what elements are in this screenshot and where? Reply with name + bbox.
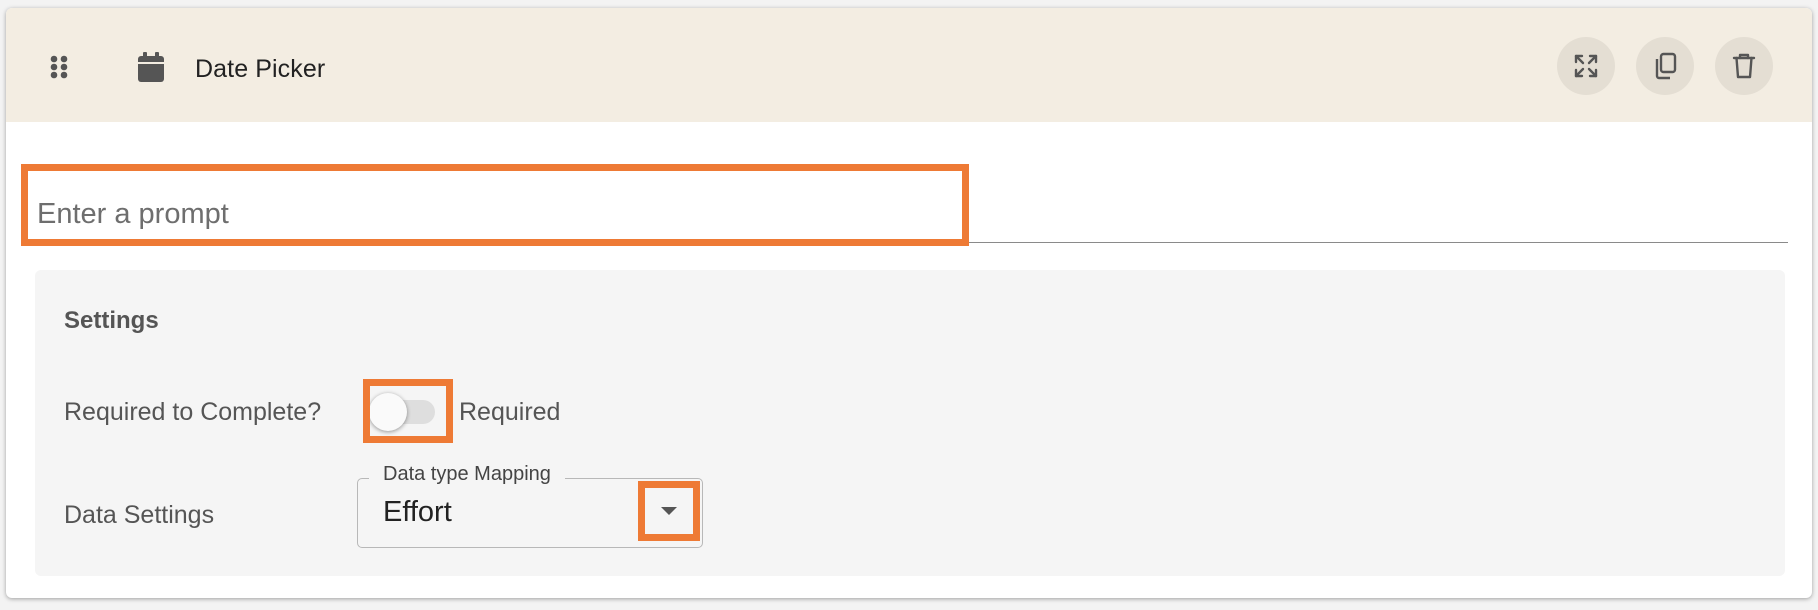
- data-type-mapping-legend: Data type Mapping: [369, 463, 565, 486]
- expand-button[interactable]: [1557, 37, 1615, 95]
- trash-icon: [1732, 53, 1756, 79]
- settings-title: Settings: [64, 307, 159, 334]
- required-toggle[interactable]: [369, 388, 441, 434]
- toggle-thumb: [369, 393, 407, 431]
- caret-down-icon: [661, 507, 677, 515]
- card-title: Date Picker: [195, 55, 326, 83]
- drag-handle-icon[interactable]: [48, 54, 70, 80]
- duplicate-button[interactable]: [1636, 37, 1694, 95]
- required-label: Required to Complete?: [64, 398, 322, 426]
- dropdown-caret-button[interactable]: [647, 490, 691, 532]
- data-settings-label: Data Settings: [64, 501, 215, 529]
- prompt-field: [31, 172, 1788, 243]
- prompt-input[interactable]: [31, 172, 967, 242]
- data-type-mapping-value: Effort: [383, 496, 452, 528]
- duplicate-icon: [1655, 52, 1677, 80]
- delete-button[interactable]: [1715, 37, 1773, 95]
- date-picker-card: Date Picker Enter a prompt Settings Requ…: [6, 8, 1812, 598]
- card-header: Date Picker: [6, 8, 1812, 122]
- calendar-icon: [138, 52, 164, 82]
- required-toggle-label: Required: [459, 398, 561, 426]
- expand-icon: [1574, 54, 1598, 78]
